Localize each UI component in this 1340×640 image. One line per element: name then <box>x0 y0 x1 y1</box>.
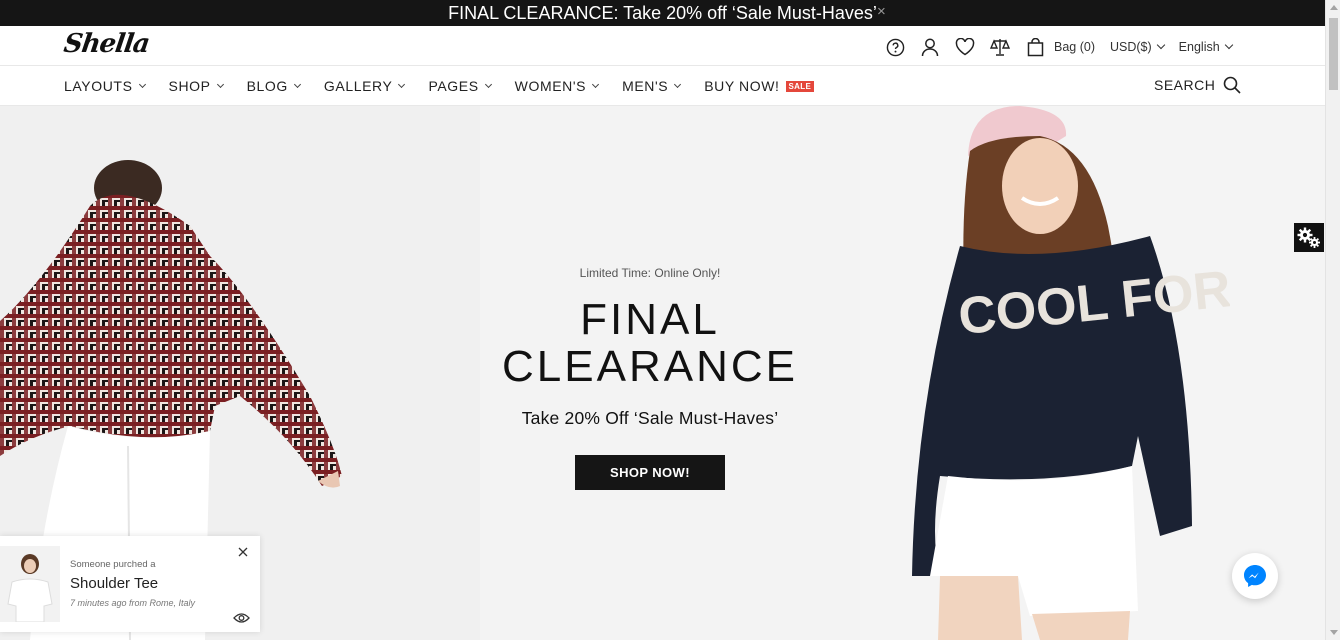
nav-item-gallery[interactable]: GALLERY <box>323 78 406 94</box>
model-right-image: COOL FOR <box>912 106 1230 640</box>
nav-item-label: BLOG <box>246 78 288 94</box>
nav-item-label: MEN'S <box>622 78 669 94</box>
main-nav: LAYOUTS SHOP BLOG GALLERY PAGES WOMEN'S … <box>0 66 1325 106</box>
nav-item-blog[interactable]: BLOG <box>246 78 301 94</box>
close-icon[interactable] <box>236 545 250 559</box>
scrollbar-thumb[interactable] <box>1329 18 1338 90</box>
eye-icon[interactable] <box>233 611 250 629</box>
chevron-down-icon <box>138 80 146 88</box>
hero-title-line-1: FINAL <box>580 295 720 344</box>
sale-badge: SALE <box>785 80 815 92</box>
popup-meta: 7 minutes ago from Rome, Italy <box>70 598 196 608</box>
nav-item-label: PAGES <box>428 78 479 94</box>
search-button[interactable]: SEARCH <box>1154 76 1241 94</box>
nav-item-label: WOMEN'S <box>514 78 587 94</box>
chevron-down-icon <box>398 80 406 88</box>
scroll-up-icon[interactable] <box>1330 5 1338 10</box>
help-icon[interactable] <box>884 36 906 58</box>
header-tools: Bag (0) USD($) English <box>884 36 1247 58</box>
hero-subtitle: Take 20% Off ‘Sale Must-Haves’ <box>521 408 779 428</box>
chevron-down-icon <box>592 80 600 88</box>
language-select[interactable]: English <box>1178 40 1233 54</box>
hero-eyebrow: Limited Time: Online Only! <box>579 266 721 280</box>
bag-count[interactable]: Bag (0) <box>1054 40 1095 54</box>
nav-item-buy-now[interactable]: BUY NOW! SALE <box>704 78 815 94</box>
settings-button[interactable] <box>1294 223 1324 252</box>
hero-title: FINAL CLEARANCE <box>450 296 850 390</box>
messenger-chat-button[interactable] <box>1232 553 1278 599</box>
recent-purchase-popup[interactable]: Someone purched a Shoulder Tee 7 minutes… <box>0 536 260 632</box>
wishlist-icon[interactable] <box>954 36 976 58</box>
nav-item-label: GALLERY <box>323 78 393 94</box>
chevron-down-icon <box>1156 40 1165 50</box>
announcement-bar: FINAL CLEARANCE: Take 20% off ‘Sale Must… <box>0 0 1325 26</box>
logo[interactable]: Shella <box>62 29 151 59</box>
chevron-down-icon <box>484 80 492 88</box>
chevron-down-icon <box>216 80 224 88</box>
popup-pretext: Someone purched a <box>70 559 156 570</box>
scroll-down-icon[interactable] <box>1330 630 1338 635</box>
announcement-text[interactable]: FINAL CLEARANCE: Take 20% off ‘Sale Must… <box>448 3 877 24</box>
nav-item-shop[interactable]: SHOP <box>168 78 224 94</box>
currency-select[interactable]: USD($) <box>1110 40 1165 54</box>
header: Shella Bag (0) USD($) English <box>0 26 1325 66</box>
chevron-down-icon <box>674 80 682 88</box>
nav-item-mens[interactable]: MEN'S <box>622 78 682 94</box>
hero-content: Limited Time: Online Only! FINAL CLEARAN… <box>450 266 850 490</box>
search-icon <box>1223 76 1241 94</box>
chevron-down-icon <box>293 80 301 88</box>
bag-icon[interactable] <box>1024 36 1046 58</box>
hero-title-line-2: CLEARANCE <box>502 342 798 391</box>
compare-icon[interactable] <box>989 36 1011 58</box>
language-value: English <box>1178 40 1220 54</box>
messenger-icon <box>1244 565 1266 587</box>
account-icon[interactable] <box>919 36 941 58</box>
shop-now-button[interactable]: SHOP NOW! <box>575 455 725 490</box>
currency-value: USD($) <box>1110 40 1152 54</box>
announcement-close-icon[interactable]: × <box>877 3 886 20</box>
popup-product-name[interactable]: Shoulder Tee <box>70 575 158 592</box>
page-scrollbar[interactable] <box>1325 0 1340 640</box>
chevron-down-icon <box>1224 40 1233 50</box>
nav-item-womens[interactable]: WOMEN'S <box>514 78 600 94</box>
nav-item-layouts[interactable]: LAYOUTS <box>64 78 146 94</box>
nav-item-label: LAYOUTS <box>64 78 133 94</box>
nav-item-pages[interactable]: PAGES <box>428 78 492 94</box>
gears-icon <box>1297 227 1320 248</box>
search-label: SEARCH <box>1154 77 1216 93</box>
product-thumbnail[interactable] <box>0 546 60 622</box>
nav-item-label: SHOP <box>168 78 211 94</box>
nav-item-label: BUY NOW! <box>704 78 780 94</box>
